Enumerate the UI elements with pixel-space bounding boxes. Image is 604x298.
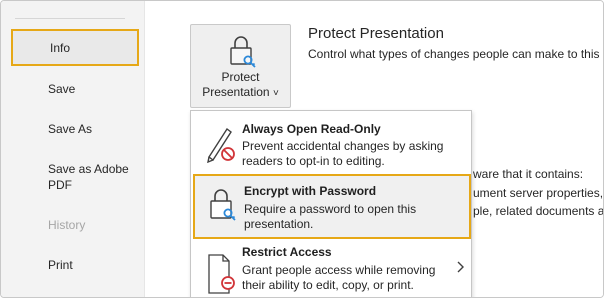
protect-presentation-button[interactable]: Protect Presentation ˅ — [190, 24, 291, 108]
protect-presentation-title: Protect Presentation — [308, 25, 444, 42]
menu-item-desc-line1: Grant people access while removing — [242, 263, 436, 277]
lock-key-icon — [227, 34, 257, 71]
menu-item-desc-line2: their ability to edit, copy, or print. — [242, 278, 414, 292]
menu-item-desc-line2: readers to opt-in to editing. — [242, 154, 385, 168]
menu-item-restrict-access[interactable]: Restrict Access Grant people access whil… — [191, 241, 471, 297]
sidebar-item-label: Print — [48, 258, 73, 272]
protect-button-label-line2: Presentation ˅ — [202, 85, 279, 99]
sidebar-item-history[interactable]: History — [11, 216, 139, 234]
menu-item-desc-line1: Require a password to open this — [244, 202, 417, 216]
inspect-text-line3: ple, related documents a — [473, 204, 604, 218]
sidebar-item-info[interactable]: Info — [11, 29, 139, 66]
sidebar-item-label: Save As — [48, 122, 93, 136]
lock-key-icon — [207, 186, 237, 227]
menu-item-encrypt-with-password[interactable]: Encrypt with Password Require a password… — [193, 174, 471, 239]
sidebar-item-label-line2: PDF — [48, 178, 72, 192]
menu-item-desc-line2: presentation. — [244, 217, 314, 231]
menu-item-title: Always Open Read-Only — [242, 122, 381, 136]
pencil-no-icon — [205, 123, 237, 168]
sidebar-item-print[interactable]: Print — [11, 256, 139, 274]
inspect-text-line2: ument server properties, — [473, 186, 604, 200]
sidebar-item-save[interactable]: Save — [11, 80, 139, 98]
menu-item-always-open-read-only[interactable]: Always Open Read-Only Prevent accidental… — [191, 119, 471, 179]
menu-item-desc-line1: Prevent accidental changes by asking — [242, 139, 444, 153]
menu-item-title: Encrypt with Password — [244, 184, 377, 198]
sidebar-item-label: Save — [48, 82, 76, 96]
sidebar-item-save-as-adobe-pdf[interactable]: Save as Adobe PDF — [11, 160, 139, 194]
chevron-down-icon: ˅ — [272, 88, 279, 99]
protect-button-label-line1: Protect — [221, 70, 260, 84]
document-restrict-icon — [205, 253, 237, 297]
backstage-window: Info Save Save As Save as Adobe PDF Hist… — [0, 0, 604, 298]
chevron-right-icon — [457, 261, 465, 276]
sidebar-item-label: History — [48, 218, 86, 232]
protect-presentation-description: Control what types of changes people can… — [308, 47, 600, 61]
sidebar-divider — [15, 18, 125, 19]
menu-item-title: Restrict Access — [242, 245, 332, 259]
backstage-sidebar: Info Save Save As Save as Adobe PDF Hist… — [1, 1, 145, 297]
sidebar-item-label-line1: Save as Adobe — [48, 162, 129, 176]
sidebar-item-label: Info — [50, 41, 71, 55]
inspect-text-line1: ware that it contains: — [473, 167, 584, 181]
protect-presentation-menu: Always Open Read-Only Prevent accidental… — [190, 110, 472, 297]
sidebar-item-save-as[interactable]: Save As — [11, 120, 139, 138]
